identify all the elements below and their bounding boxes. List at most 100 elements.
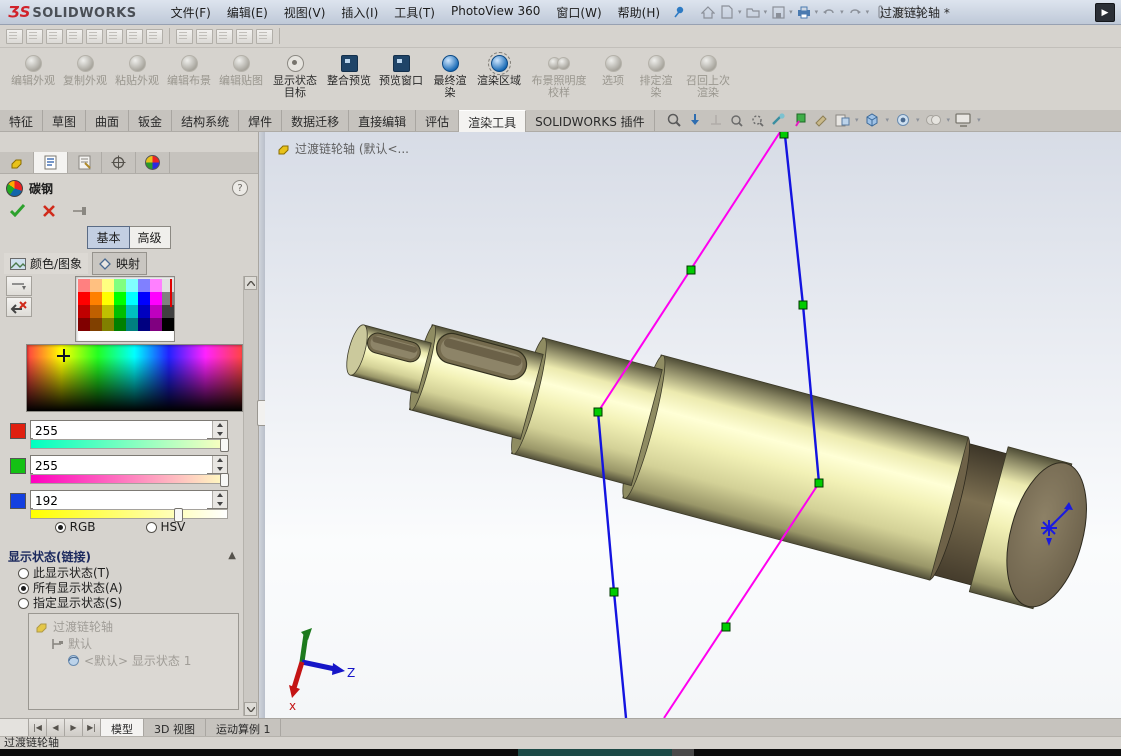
palette-swatch[interactable] [138, 292, 150, 305]
remove-appearance-button[interactable] [6, 297, 32, 317]
palette-swatch[interactable] [138, 305, 150, 318]
red-value-field[interactable] [30, 420, 228, 439]
red-input[interactable] [33, 422, 207, 439]
palette-swatch[interactable] [102, 305, 114, 318]
display-style-icon[interactable] [864, 111, 881, 128]
toolbar-icon[interactable] [66, 29, 83, 44]
scroll-up-arrow[interactable] [244, 276, 257, 290]
palette-swatch[interactable] [150, 292, 162, 305]
feature-manager-tab[interactable] [0, 152, 34, 173]
paste-appearance-button[interactable]: 粘贴外观 [112, 51, 162, 88]
model-tab[interactable]: 模型 [101, 719, 144, 736]
tree-item-part[interactable]: 过渡链轮轴 [29, 618, 238, 635]
palette-swatch[interactable] [138, 279, 150, 292]
hide-show-items-icon[interactable] [894, 111, 911, 128]
pin-button[interactable] [73, 205, 89, 216]
menu-insert[interactable]: 插入(I) [333, 1, 386, 24]
edit-appearance-icon[interactable] [770, 111, 787, 128]
palette-swatch[interactable] [114, 279, 126, 292]
tab-structure-system[interactable]: 结构系统 [172, 110, 239, 131]
hsv-radio[interactable]: HSV [146, 520, 186, 534]
ok-button[interactable] [10, 204, 25, 217]
palette-swatch[interactable] [78, 292, 90, 305]
palette-swatch[interactable] [162, 279, 174, 292]
red-spinner[interactable] [212, 421, 227, 438]
render-region-button[interactable]: 渲染区域 [474, 51, 524, 88]
open-icon[interactable] [744, 4, 762, 20]
toolbar-icon[interactable] [196, 29, 213, 44]
shaft-model[interactable] [330, 275, 1101, 616]
model-canvas[interactable]: Z x [265, 132, 1121, 718]
motion-study-tab[interactable]: 运动算例 1 [206, 719, 282, 736]
basic-tab[interactable]: 基本 [87, 226, 129, 249]
edit-appearance-button[interactable]: 编辑外观 [8, 51, 58, 88]
3d-views-tab[interactable]: 3D 视图 [144, 719, 206, 736]
toolbar-icon[interactable] [6, 29, 23, 44]
toolbar-icon[interactable] [176, 29, 193, 44]
toolbar-icon[interactable] [216, 29, 233, 44]
palette-swatch[interactable] [102, 318, 114, 331]
palette-swatch[interactable] [78, 305, 90, 318]
zoom-area-icon[interactable] [686, 111, 703, 128]
red-slider[interactable] [30, 439, 228, 449]
color-gradient-picker[interactable] [26, 344, 243, 412]
home-icon[interactable] [699, 4, 717, 20]
color-image-tab[interactable]: 颜色/图象 [4, 253, 88, 274]
palette-swatch[interactable] [162, 305, 174, 318]
previous-view-icon[interactable] [728, 111, 745, 128]
copy-appearance-button[interactable]: 复制外观 [60, 51, 110, 88]
palette-swatch[interactable] [90, 305, 102, 318]
tab-sheet-metal[interactable]: 钣金 [129, 110, 172, 131]
palette-swatch[interactable] [126, 279, 138, 292]
scroll-down-arrow[interactable] [244, 702, 257, 716]
toolbar-icon[interactable] [106, 29, 123, 44]
mapping-tab[interactable]: 映射 [92, 252, 147, 275]
tab-evaluate[interactable]: 评估 [416, 110, 459, 131]
advanced-tab[interactable]: 高级 [130, 226, 171, 249]
tree-item-configuration[interactable]: 默认 [29, 635, 238, 652]
schedule-render-button[interactable]: 排定渲染 [634, 51, 678, 100]
view-settings-icon[interactable] [955, 111, 972, 128]
edit-scene-button[interactable]: 编辑布景 [164, 51, 214, 88]
last-tab-button[interactable]: ▶| [83, 719, 101, 736]
toolbar-icon[interactable] [256, 29, 273, 44]
configuration-manager-tab[interactable] [68, 152, 102, 173]
menu-tools[interactable]: 工具(T) [386, 1, 443, 24]
menu-file[interactable]: 文件(F) [163, 1, 219, 24]
display-manager-tab[interactable] [136, 152, 170, 173]
cancel-button[interactable] [43, 205, 55, 217]
palette-swatch[interactable] [90, 292, 102, 305]
view-orientation-icon[interactable] [833, 111, 850, 128]
tab-data-migration[interactable]: 数据迁移 [282, 110, 349, 131]
preview-window-button[interactable]: 预览窗口 [376, 51, 426, 88]
panel-expand-icon[interactable]: ▶ [1095, 3, 1115, 22]
palette-swatch[interactable] [78, 279, 90, 292]
palette-swatch[interactable] [90, 279, 102, 292]
property-manager-tab[interactable] [34, 152, 68, 173]
palette-swatch[interactable] [150, 279, 162, 292]
menu-edit[interactable]: 编辑(E) [219, 1, 276, 24]
undo-icon[interactable] [820, 4, 838, 20]
palette-swatch[interactable] [78, 318, 90, 331]
dimxpert-manager-tab[interactable] [102, 152, 136, 173]
specify-display-states-radio[interactable]: 指定显示状态(S) [18, 594, 122, 611]
blue-input[interactable] [33, 492, 207, 509]
tab-weldments[interactable]: 焊件 [239, 110, 282, 131]
menu-window[interactable]: 窗口(W) [548, 1, 609, 24]
section-view-icon[interactable] [749, 111, 766, 128]
green-input[interactable] [33, 457, 207, 474]
blue-slider[interactable] [30, 509, 228, 519]
toolbar-icon[interactable] [126, 29, 143, 44]
integrated-preview-button[interactable]: 整合预览 [324, 51, 374, 88]
palette-swatch[interactable] [126, 318, 138, 331]
green-slider[interactable] [30, 474, 228, 484]
tab-solidworks-addins[interactable]: SOLIDWORKS 插件 [526, 110, 654, 131]
palette-swatch[interactable] [162, 292, 174, 305]
tab-sketch[interactable]: 草图 [43, 110, 86, 131]
palette-swatch[interactable] [114, 292, 126, 305]
prev-tab-button[interactable]: ◀ [47, 719, 65, 736]
edit-decal-button[interactable]: 编辑贴图 [216, 51, 266, 88]
palette-swatch[interactable] [102, 279, 114, 292]
rgb-radio[interactable]: RGB [55, 520, 96, 534]
palette-swatch[interactable] [90, 318, 102, 331]
